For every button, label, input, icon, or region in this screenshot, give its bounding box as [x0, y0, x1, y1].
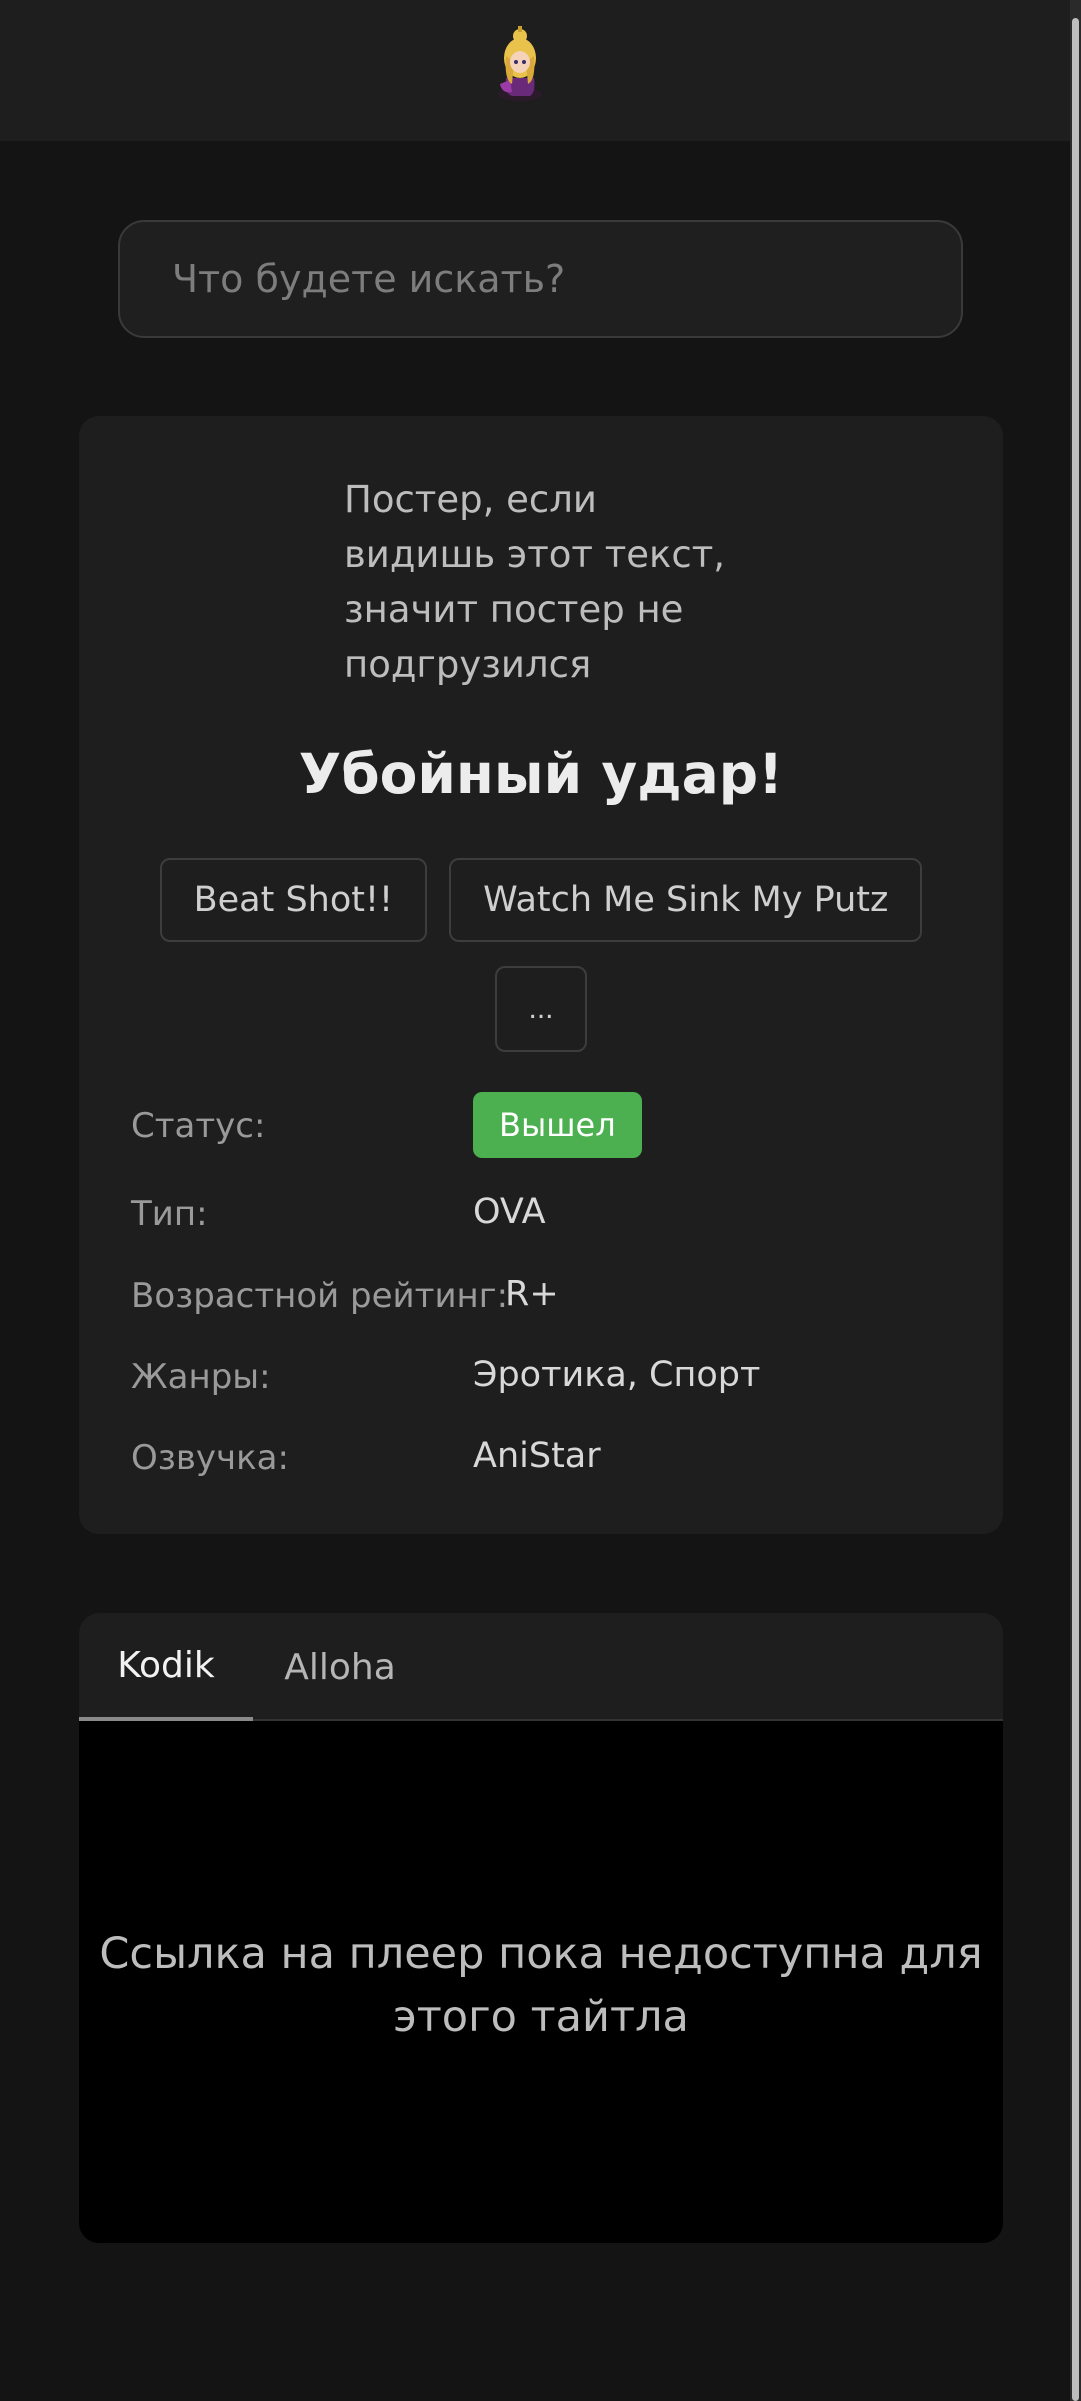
scrollbar-thumb[interactable] — [1072, 18, 1079, 2401]
dub-label: Озвучка: — [131, 1438, 289, 1478]
page-scrollbar[interactable] — [1070, 0, 1081, 2401]
player-tab-bar: Kodik Alloha — [79, 1613, 1003, 1721]
player-unavailable-message: Ссылка на плеер пока недоступна для этог… — [99, 1929, 983, 2042]
anime-info-card: Постер, если видишь этот текст, значит п… — [79, 416, 1003, 1534]
status-label: Статус: — [131, 1106, 266, 1146]
rating-value: R+ — [505, 1274, 559, 1314]
type-row: Тип: — [131, 1182, 208, 1246]
rating-label: Возрастной рейтинг: — [131, 1276, 509, 1316]
more-titles-button[interactable]: ... — [495, 966, 587, 1052]
alt-title-button[interactable]: Beat Shot!! — [159, 858, 428, 942]
top-header — [0, 0, 1070, 141]
status-row: Статус: — [131, 1094, 265, 1158]
dub-value: AniStar — [473, 1436, 601, 1476]
rating-row: Возрастной рейтинг: — [131, 1264, 508, 1328]
player-card: Kodik Alloha Ссылка на плеер пока недост… — [79, 1613, 1003, 2243]
tab-alloha[interactable]: Alloha — [253, 1613, 427, 1721]
tab-kodik[interactable]: Kodik — [79, 1613, 253, 1721]
poster-image-placeholder: Постер, если видишь этот текст, значит п… — [344, 478, 726, 686]
chibi-character-logo-icon[interactable] — [490, 22, 550, 102]
search-input[interactable] — [118, 220, 963, 338]
type-value: OVA — [473, 1192, 546, 1232]
genres-label: Жанры: — [131, 1357, 271, 1397]
anime-title: Убойный удар! — [298, 742, 784, 806]
status-badge: Вышел — [473, 1092, 642, 1158]
genres-row: Жанры: — [131, 1345, 271, 1409]
alt-titles-row: Beat Shot!! Watch Me Sink My Putz — [79, 858, 1003, 942]
type-label: Тип: — [131, 1194, 208, 1234]
dub-row: Озвучка: — [131, 1426, 289, 1490]
alt-title-button[interactable]: Watch Me Sink My Putz — [449, 858, 923, 942]
genres-value: Эротика, Спорт — [473, 1355, 761, 1395]
